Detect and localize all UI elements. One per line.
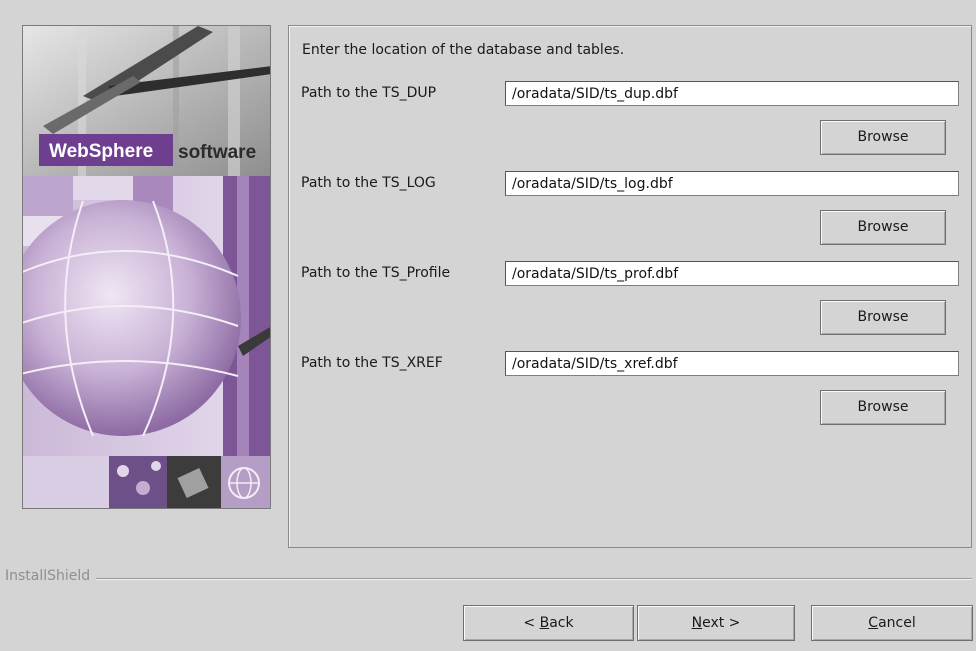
cancel-button[interactable]: Cancel xyxy=(811,605,973,641)
ts-dup-path-input[interactable] xyxy=(505,81,959,106)
installshield-label: InstallShield xyxy=(5,568,97,584)
ts-profile-browse-button[interactable]: Browse xyxy=(820,300,946,335)
ts-profile-label: Path to the TS_Profile xyxy=(301,265,451,281)
cancel-label-post: ancel xyxy=(878,615,916,631)
next-button[interactable]: Next > xyxy=(637,605,795,641)
ts-dup-browse-button[interactable]: Browse xyxy=(820,120,946,155)
ts-xref-path-input[interactable] xyxy=(505,351,959,376)
back-button[interactable]: < Back xyxy=(463,605,634,641)
ts-log-label: Path to the TS_LOG xyxy=(301,175,436,191)
next-label-post: ext > xyxy=(702,615,741,631)
ts-xref-browse-button[interactable]: Browse xyxy=(820,390,946,425)
ts-dup-label: Path to the TS_DUP xyxy=(301,85,437,101)
ts-xref-label: Path to the TS_XREF xyxy=(301,355,443,371)
back-mnemonic: B xyxy=(539,615,550,631)
ts-log-browse-button[interactable]: Browse xyxy=(820,210,946,245)
cancel-mnemonic: C xyxy=(868,615,879,631)
svg-text:software: software xyxy=(178,142,256,163)
back-label-pre: < xyxy=(523,615,540,631)
back-label-post: ack xyxy=(549,615,574,631)
next-mnemonic: N xyxy=(691,615,703,631)
instruction-text: Enter the location of the database and t… xyxy=(302,42,625,58)
footer-divider xyxy=(5,578,972,580)
banner-artwork: WebSphere software xyxy=(23,26,270,508)
svg-text:WebSphere: WebSphere xyxy=(49,141,153,162)
ts-log-path-input[interactable] xyxy=(505,171,959,196)
websphere-banner: WebSphere software xyxy=(22,25,271,509)
ts-profile-path-input[interactable] xyxy=(505,261,959,286)
